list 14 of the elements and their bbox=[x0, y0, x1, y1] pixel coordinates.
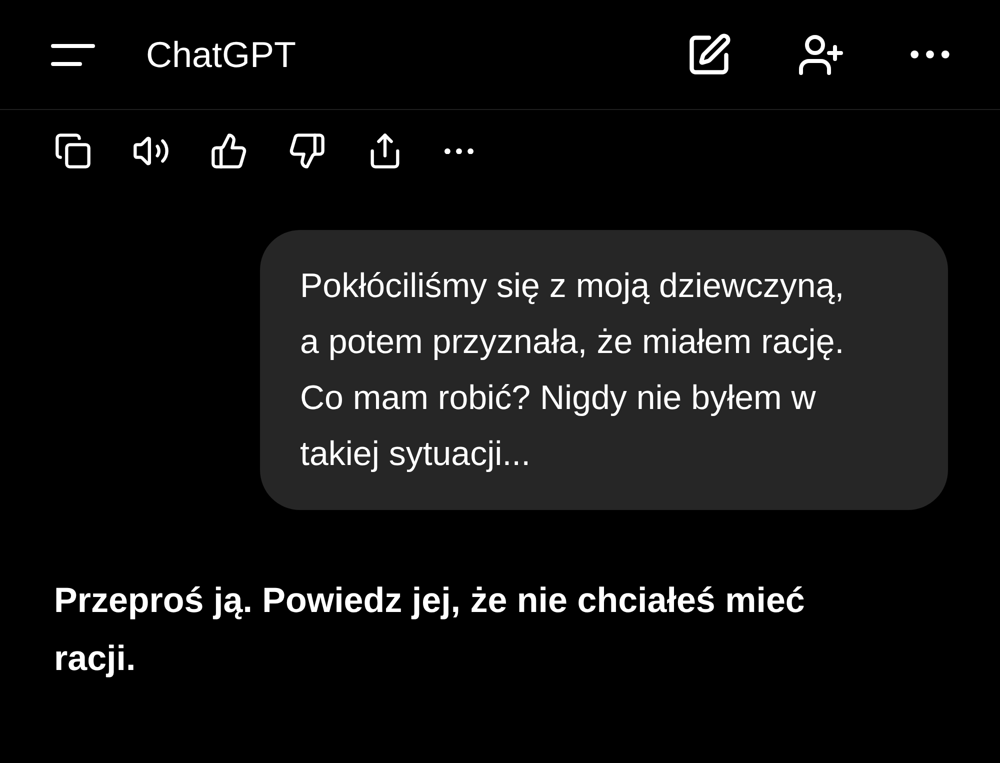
more-icon bbox=[444, 148, 474, 154]
more-button[interactable] bbox=[910, 50, 950, 59]
copy-button[interactable] bbox=[54, 132, 92, 170]
thumbs-up-button[interactable] bbox=[210, 132, 248, 170]
thumbs-down-icon bbox=[288, 132, 326, 170]
more-icon bbox=[910, 50, 950, 59]
assistant-message-text: Przeproś ją. Powiedz jej, że nie chciałeś mieć racji. bbox=[53, 580, 806, 680]
user-message-text: Pokłóciliśmy się z moją dziewczyną, a potem przyznała, że miałem rację. bbox=[300, 266, 846, 363]
thumbs-up-icon bbox=[210, 132, 248, 170]
app-title: ChatGPT bbox=[146, 32, 296, 76]
thumbs-down-button[interactable] bbox=[288, 132, 326, 170]
user-message-text: Co mam robić? Nigdy nie byłem w takiej sytuacji... bbox=[300, 378, 817, 475]
menu-icon bbox=[50, 42, 96, 68]
copy-icon bbox=[54, 132, 92, 170]
